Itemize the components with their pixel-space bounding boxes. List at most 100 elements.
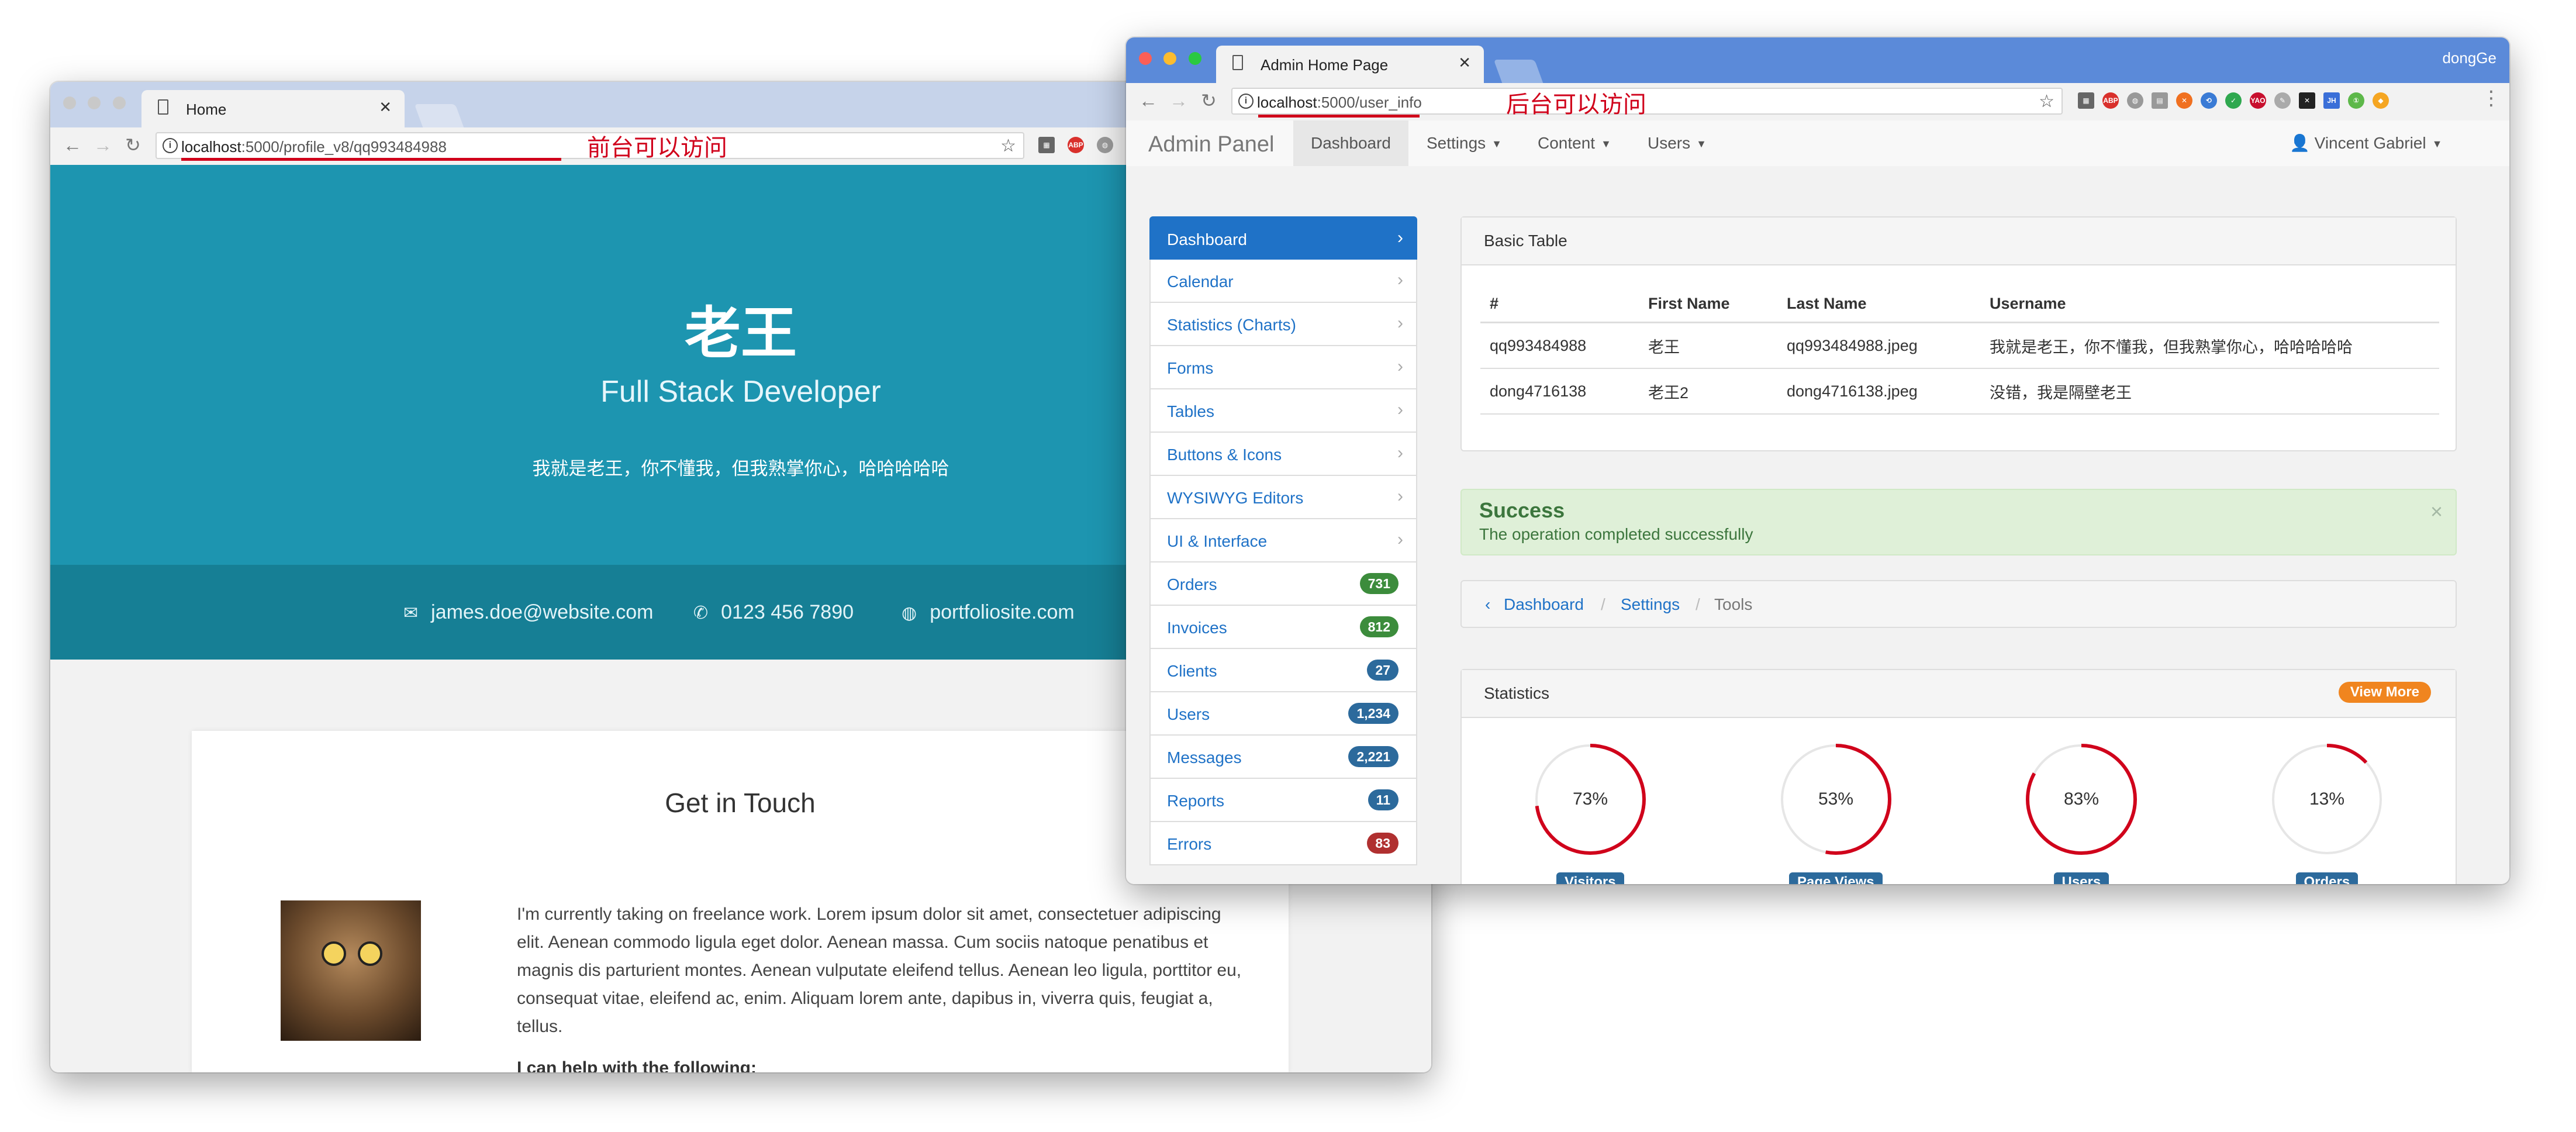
minimize-window-button[interactable] (1163, 52, 1177, 65)
chevron-right-icon: › (1397, 443, 1403, 463)
window-controls (63, 96, 135, 112)
forward-icon[interactable]: → (1169, 91, 1188, 110)
sidebar-item-forms[interactable]: Forms › (1149, 346, 1417, 389)
info-icon[interactable]: i (163, 138, 178, 153)
gauge-orders: 13% (2266, 738, 2388, 861)
sidebar-item-label: Buttons & Icons (1167, 446, 1282, 464)
new-tab-button[interactable] (1493, 60, 1543, 83)
user-name: Vincent Gabriel (2314, 134, 2426, 152)
contact-phone[interactable]: ✆ 0123 456 7890 (693, 601, 854, 624)
close-window-button[interactable] (63, 96, 76, 109)
info-icon[interactable]: i (1238, 94, 1254, 109)
reader-extension-icon[interactable]: ▤ (2152, 92, 2168, 109)
nav-content[interactable]: Content ▼ (1520, 120, 1629, 166)
pin-extension-icon[interactable]: ✎ (2274, 92, 2291, 109)
sidebar-item-orders[interactable]: Orders 731 (1149, 562, 1417, 606)
user-menu[interactable]: 👤 Vincent Gabriel ▼ (2272, 120, 2460, 166)
globe-extension-icon[interactable]: ◍ (1097, 137, 1113, 153)
sidebar-item-users[interactable]: Users 1,234 (1149, 692, 1417, 736)
qr-extension-icon[interactable]: ▦ (1038, 137, 1055, 153)
yao-extension-icon[interactable]: YAO (2250, 92, 2266, 109)
sidebar-item-buttons-icons[interactable]: Buttons & Icons › (1149, 433, 1417, 476)
nav-users[interactable]: Users ▼ (1630, 120, 1724, 166)
breadcrumb-dashboard[interactable]: Dashboard (1504, 595, 1584, 614)
brand-logo[interactable]: Admin Panel (1148, 132, 1274, 157)
adblock-extension-icon[interactable]: ABP (1068, 137, 1084, 153)
bookmark-star-icon[interactable]: ☆ (1000, 136, 1016, 156)
sidebar-item-wysiwyg-editors[interactable]: WYSIWYG Editors › (1149, 476, 1417, 519)
avatar-eye (358, 941, 382, 966)
chevron-right-icon: › (1397, 313, 1403, 333)
reload-icon[interactable]: ↻ (1201, 91, 1217, 110)
sidebar-item-errors[interactable]: Errors 83 (1149, 822, 1417, 865)
menu-kebab-icon[interactable]: ⋮ (2481, 88, 2501, 108)
nav-settings[interactable]: Settings ▼ (1409, 120, 1520, 166)
contact-email[interactable]: ✉ james.doe@website.com (403, 601, 653, 624)
sidebar-item-label: Calendar (1167, 272, 1234, 291)
sidebar-item-reports[interactable]: Reports 11 (1149, 779, 1417, 822)
back-icon[interactable]: ← (63, 136, 82, 154)
view-more-button[interactable]: View More (2338, 682, 2431, 703)
sidebar-item-tables[interactable]: Tables › (1149, 389, 1417, 433)
orange-extension-icon[interactable]: ✕ (2176, 92, 2192, 109)
minimize-window-button[interactable] (88, 96, 101, 109)
nav-dashboard[interactable]: Dashboard (1293, 120, 1408, 166)
table-header-row: # First Name Last Name Username (1480, 285, 2439, 323)
fox-extension-icon[interactable]: ◆ (2373, 92, 2389, 109)
basic-table: # First Name Last Name Username qq993484988… (1480, 285, 2439, 415)
close-tab-icon[interactable]: ✕ (379, 98, 392, 116)
column-header: Last Name (1777, 285, 1980, 323)
sidebar-item-calendar[interactable]: Calendar › (1149, 260, 1417, 303)
forward-icon[interactable]: → (94, 136, 112, 154)
sidebar-item-clients[interactable]: Clients 27 (1149, 649, 1417, 692)
caret-down-icon: ▼ (2432, 138, 2443, 150)
back-icon[interactable]: ← (1139, 91, 1158, 110)
maximize-window-button[interactable] (112, 96, 126, 109)
column-header: # (1480, 285, 1639, 323)
globe-extension-icon[interactable]: ◍ (2127, 92, 2143, 109)
maximize-window-button[interactable] (1188, 52, 1201, 65)
new-tab-button[interactable] (414, 104, 464, 127)
sidebar-item-statistics-charts[interactable]: Statistics (Charts) › (1149, 303, 1417, 346)
url-bar[interactable]: i localhost:5000/user_info ☆ (1231, 88, 2063, 115)
avatar-eye (322, 941, 346, 966)
shield-extension-icon[interactable]: ✓ (2225, 92, 2242, 109)
column-header: First Name (1639, 285, 1777, 323)
x-extension-icon[interactable]: ✕ (2299, 92, 2315, 109)
nav-settings-label: Settings (1427, 134, 1486, 152)
table-row: dong4716138 老王2 dong4716138.jpeg 没错，我是隔壁老王 (1480, 368, 2439, 415)
close-tab-icon[interactable]: ✕ (1458, 54, 1471, 72)
table-cell: 老王 (1639, 322, 1777, 369)
count-badge: 11 (1368, 789, 1399, 810)
panel-title: Basic Table (1484, 232, 1567, 250)
browser-tab-home[interactable]: Home ✕ (141, 90, 405, 127)
sidebar-item-label: Messages (1167, 748, 1242, 767)
alert-close-icon[interactable]: × (2430, 499, 2443, 524)
adblock-extension-icon[interactable]: ABP (2102, 92, 2119, 109)
blue-extension-icon[interactable]: ⟲ (2201, 92, 2217, 109)
sidebar-item-invoices[interactable]: Invoices 812 (1149, 606, 1417, 649)
close-window-button[interactable] (1139, 52, 1152, 65)
sidebar-item-messages[interactable]: Messages 2,221 (1149, 736, 1417, 779)
sidebar-item-label: Dashboard (1167, 230, 1247, 249)
jh-extension-icon[interactable]: JH (2323, 92, 2340, 109)
tab-title: Admin Home Page (1261, 56, 1389, 74)
admin-navbar: Admin Panel Dashboard Settings ▼ Content ▼… (1126, 120, 2509, 167)
chevron-right-icon: › (1397, 270, 1403, 289)
table-cell: 没错，我是隔壁老王 (1980, 368, 2439, 415)
green-extension-icon[interactable]: ① (2348, 92, 2364, 109)
browser-tab-admin[interactable]: Admin Home Page ✕ (1216, 46, 1484, 83)
contact-website[interactable]: ◍ portfoliosite.com (902, 601, 1075, 624)
qr-extension-icon[interactable]: ▦ (2078, 92, 2094, 109)
gauge-label-badge: Orders (2295, 872, 2359, 884)
bookmark-star-icon[interactable]: ☆ (2039, 91, 2054, 112)
reload-icon[interactable]: ↻ (125, 136, 141, 154)
url-text: localhost:5000/user_info (1257, 94, 1422, 112)
breadcrumb-settings[interactable]: Settings (1621, 595, 1680, 614)
breadcrumb: ‹ Dashboard / Settings / Tools (1460, 580, 2457, 628)
sidebar-item-ui-interface[interactable]: UI & Interface › (1149, 519, 1417, 562)
sidebar-item-dashboard[interactable]: Dashboard › (1149, 216, 1417, 260)
sidebar-menu: Dashboard › Calendar › Statistics (Charts) › F… (1149, 216, 1417, 865)
gauge-users: 83% (2020, 738, 2143, 861)
profile-name[interactable]: dongGe (2442, 49, 2496, 67)
